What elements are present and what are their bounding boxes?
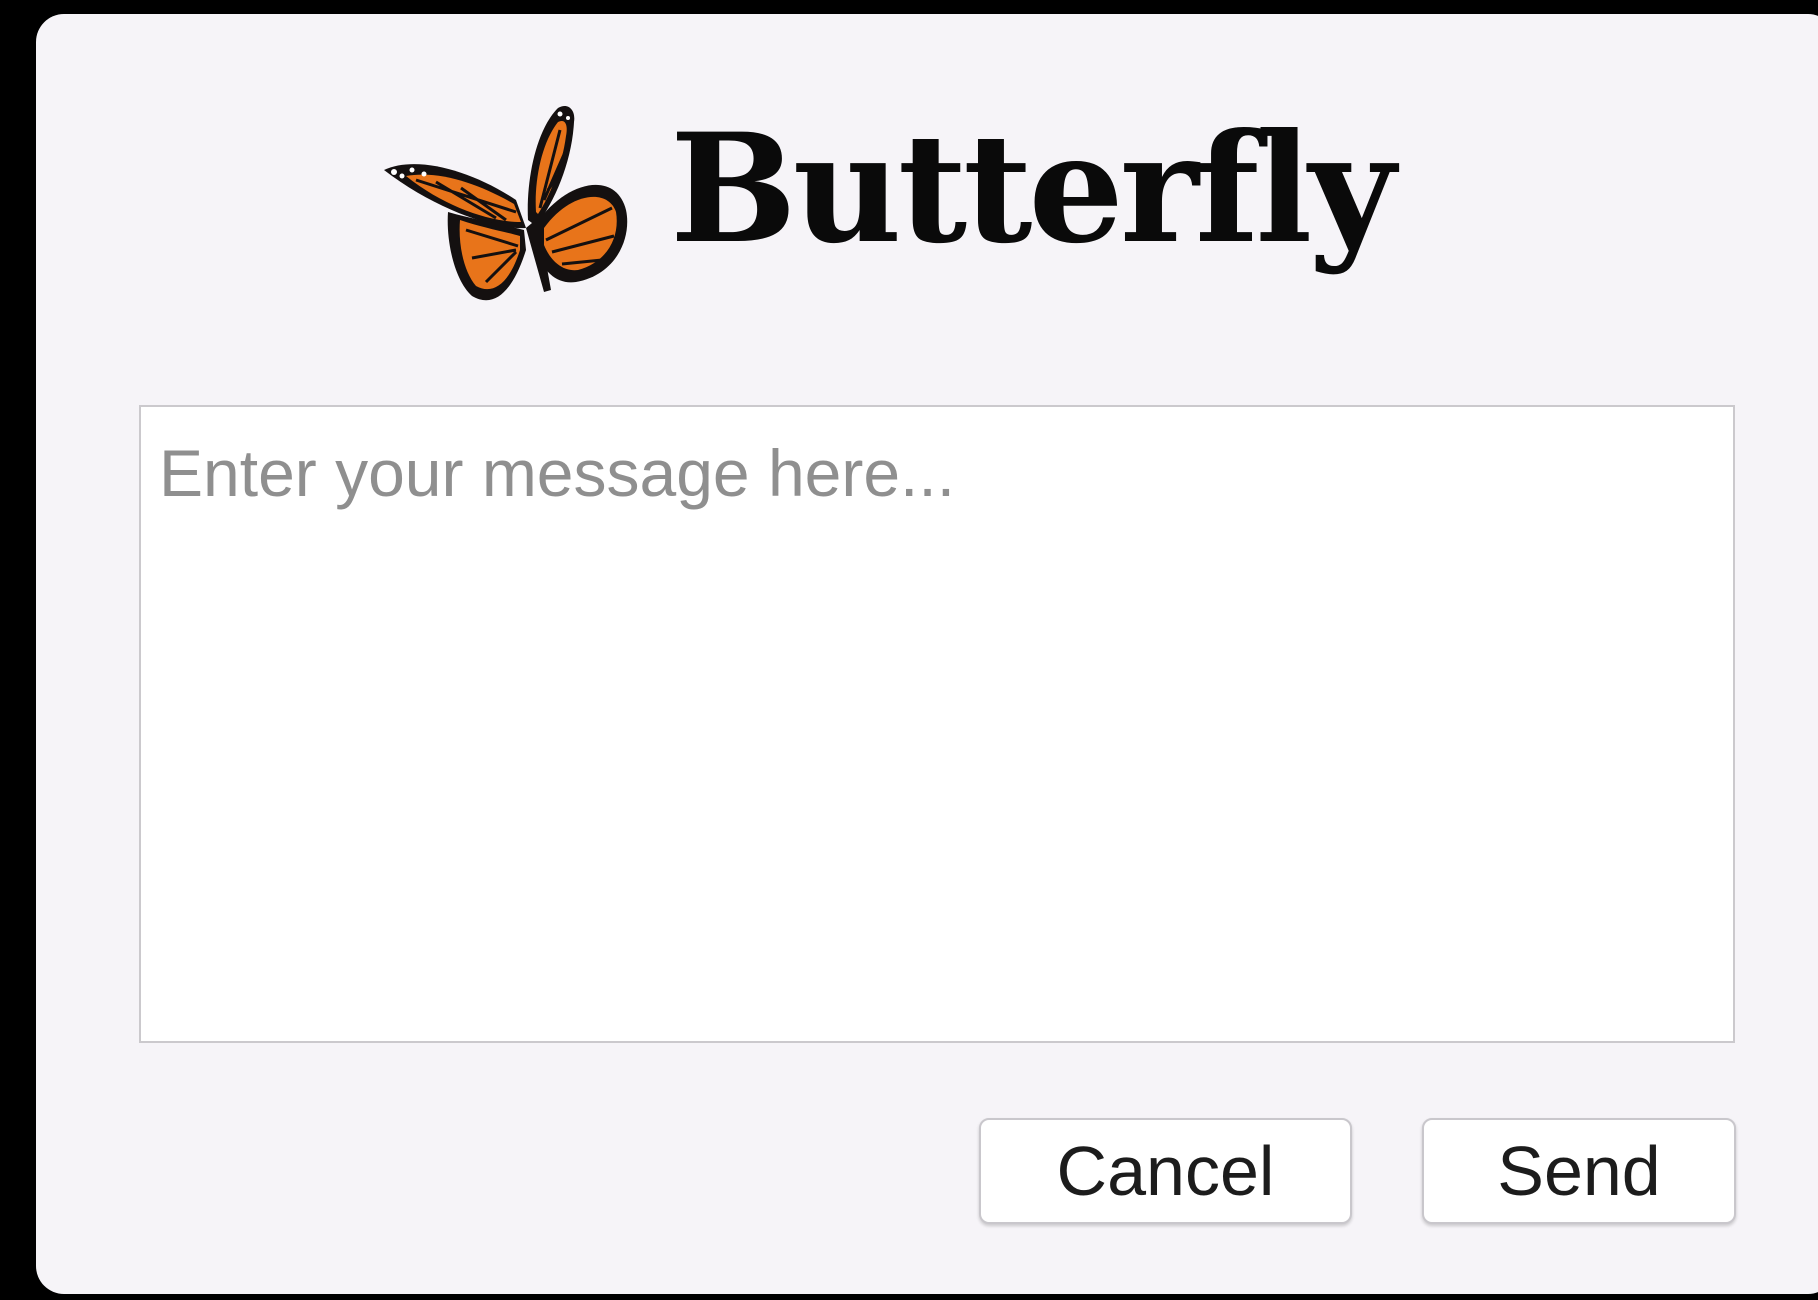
app-header: Butterfly [0,100,1818,330]
cancel-button[interactable]: Cancel [979,1118,1352,1224]
message-input[interactable] [139,405,1735,1043]
monarch-butterfly-icon [384,105,628,301]
app-title: Butterfly [670,101,1396,277]
send-button[interactable]: Send [1422,1118,1736,1224]
